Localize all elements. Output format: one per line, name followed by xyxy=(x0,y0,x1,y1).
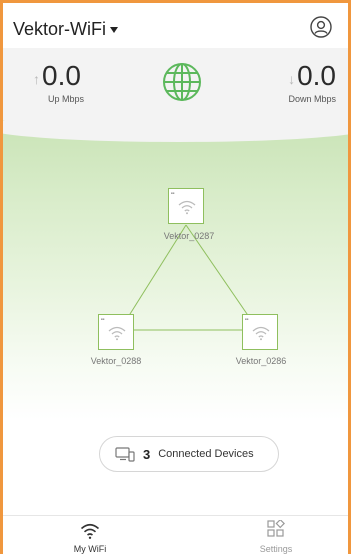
devices-label: Connected Devices xyxy=(158,448,254,460)
upload-unit: Up Mbps xyxy=(48,94,85,104)
down-arrow-icon: ↓ xyxy=(288,71,296,87)
network-name: Vektor-WiFi xyxy=(13,19,107,39)
wifi-icon xyxy=(252,326,270,341)
tab-settings-label: Settings xyxy=(259,544,293,554)
mesh-node-0287[interactable]: ■■ xyxy=(168,188,204,224)
app-frame: Vektor-WiFi ↑ 0.0 Up Mbps ↓ 0.0 Down Mbp… xyxy=(0,0,351,554)
download-stat: ↓ 0.0 Down Mbps xyxy=(288,60,336,105)
mesh-node-0288[interactable]: ■■ xyxy=(98,314,134,350)
device-count: 3 xyxy=(143,446,151,462)
upload-value: 0.0 xyxy=(42,60,81,91)
mesh-topology-area xyxy=(3,120,348,420)
wifi-icon xyxy=(178,200,196,215)
tab-my-wifi-label: My WiFi xyxy=(73,544,107,554)
mesh-header-curve xyxy=(3,112,348,142)
node-label: Vektor_0288 xyxy=(90,356,142,366)
upload-stat: ↑ 0.0 Up Mbps xyxy=(33,60,85,105)
wifi-icon xyxy=(80,523,100,539)
connected-devices-button[interactable]: 3 Connected Devices xyxy=(99,436,279,472)
download-value: 0.0 xyxy=(297,60,336,91)
wifi-icon xyxy=(108,326,126,341)
header: Vektor-WiFi xyxy=(3,3,348,47)
settings-grid-icon xyxy=(267,520,285,537)
download-unit: Down Mbps xyxy=(288,94,336,104)
tab-settings[interactable]: Settings xyxy=(236,516,316,554)
bottom-nav: My WiFi Settings xyxy=(3,515,348,554)
network-selector[interactable]: Vektor-WiFi xyxy=(13,19,119,40)
mesh-node-0286[interactable]: ■■ xyxy=(242,314,278,350)
tab-my-wifi[interactable]: My WiFi xyxy=(50,516,130,554)
devices-icon xyxy=(115,447,135,462)
user-circle-icon[interactable] xyxy=(310,16,332,38)
globe-icon[interactable] xyxy=(162,62,202,102)
node-label: Vektor_0287 xyxy=(163,231,215,241)
caret-down-icon xyxy=(110,26,119,33)
up-arrow-icon: ↑ xyxy=(33,71,40,87)
node-label: Vektor_0286 xyxy=(235,356,287,366)
